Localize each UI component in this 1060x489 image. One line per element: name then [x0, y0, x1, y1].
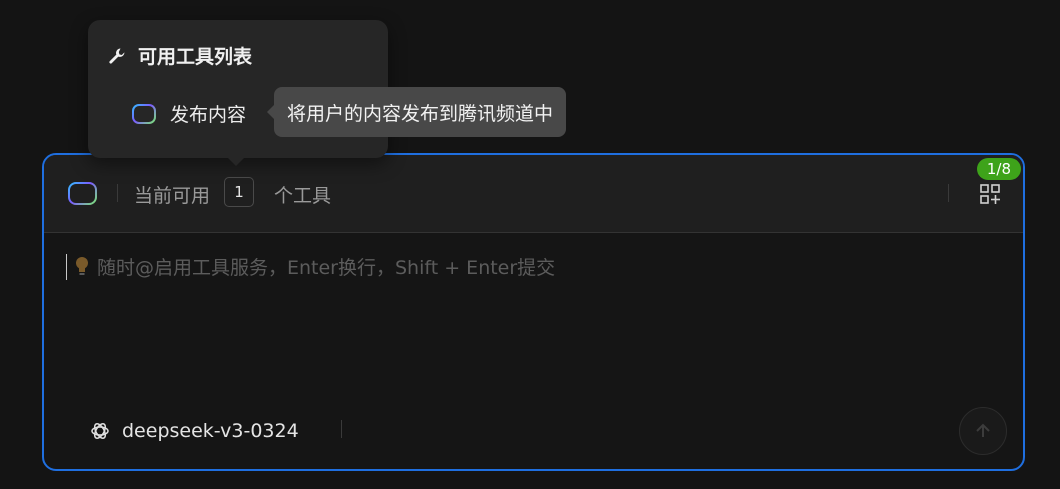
model-selector[interactable]: deepseek-v3-0324	[90, 420, 299, 442]
wrench-icon	[109, 48, 125, 64]
lightbulb-icon	[76, 256, 88, 275]
tool-ring-icon	[132, 104, 156, 124]
model-name: deepseek-v3-0324	[122, 420, 299, 442]
popover-header: 可用工具列表	[108, 42, 252, 69]
tools-available-label: 当前可用	[134, 185, 211, 207]
popover-title: 可用工具列表	[138, 46, 253, 68]
text-caret	[66, 253, 67, 280]
popover-arrow	[228, 158, 244, 166]
toolbar-divider	[117, 184, 118, 202]
toolbar-divider-right	[948, 184, 949, 202]
tool-description-tooltip: 将用户的内容发布到腾讯频道中	[266, 87, 567, 137]
page: 当前可用 1 个工具 1/8 随时@启用工具服务，Enter换行，Shift +…	[0, 0, 1060, 489]
tool-item-label: 发布内容	[170, 104, 247, 126]
tools-count-badge[interactable]: 1	[224, 177, 254, 207]
page-indicator-badge: 1/8	[976, 158, 1021, 180]
footer-divider	[341, 420, 342, 438]
arrow-up-icon	[976, 423, 990, 437]
tools-toggle-icon[interactable]	[68, 182, 97, 205]
composer-toolbar: 当前可用 1 个工具 1/8	[44, 155, 1023, 233]
message-input-placeholder: 随时@启用工具服务，Enter换行，Shift + Enter提交	[97, 257, 556, 279]
message-input[interactable]: 随时@启用工具服务，Enter换行，Shift + Enter提交	[66, 253, 555, 280]
tool-item-publish[interactable]: 发布内容	[132, 100, 246, 127]
chat-composer: 当前可用 1 个工具 1/8 随时@启用工具服务，Enter换行，Shift +…	[42, 153, 1025, 471]
tooltip-text: 将用户的内容发布到腾讯频道中	[287, 102, 554, 125]
tools-unit-label: 个工具	[274, 185, 332, 207]
openai-icon	[91, 423, 109, 439]
send-button[interactable]	[959, 407, 1007, 455]
apps-grid-icon[interactable]	[979, 183, 1001, 205]
